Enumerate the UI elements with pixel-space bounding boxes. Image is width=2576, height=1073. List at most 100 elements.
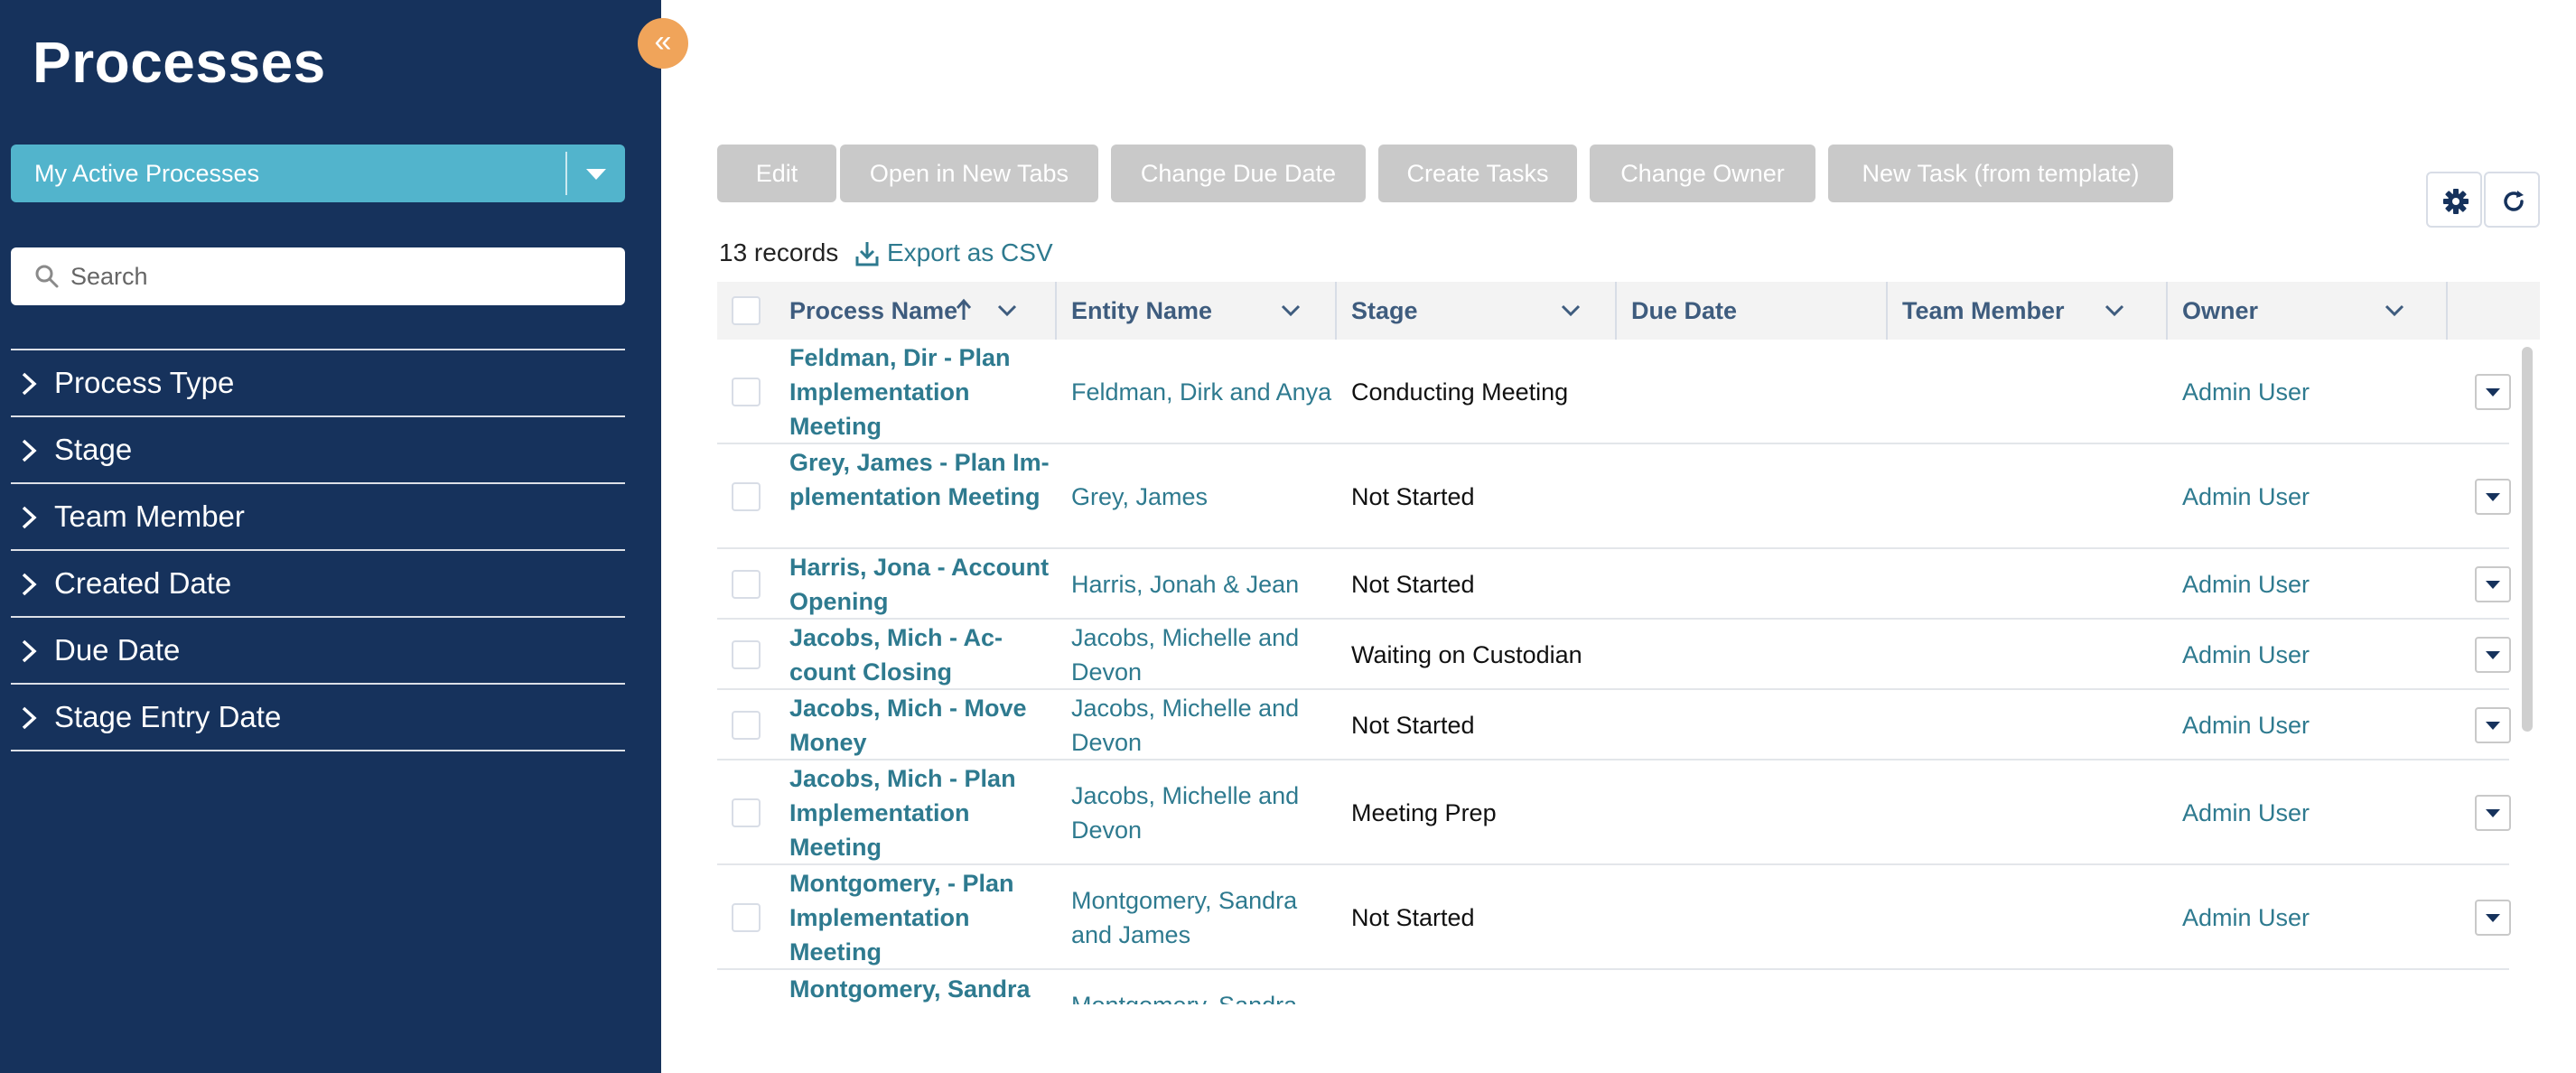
row-actions-menu[interactable]: [2475, 566, 2511, 602]
download-icon: [855, 242, 879, 266]
search-box: [11, 247, 625, 305]
row-actions-menu[interactable]: [2475, 707, 2511, 743]
filter-label: Stage Entry Date: [54, 700, 282, 733]
entity-name-link[interactable]: Jacobs, Michelle and Devon: [1071, 620, 1333, 689]
table-row[interactable]: Montgomery, Sandra Montgomery, Sandra: [717, 970, 2509, 1004]
table-row[interactable]: Jacobs, Mich - Ac-count Closing Jacobs, M…: [717, 620, 2511, 690]
column-label: Team Member: [1902, 297, 2065, 324]
filter-due-date[interactable]: Due Date: [11, 616, 625, 683]
row-checkbox[interactable]: [732, 711, 761, 740]
entity-name-link[interactable]: Grey, James: [1071, 480, 1333, 514]
row-checkbox[interactable]: [732, 903, 761, 932]
row-checkbox[interactable]: [732, 570, 761, 599]
table-header: Process Name Entity Name Stage Due Date: [717, 282, 2540, 340]
filter-label: Due Date: [54, 633, 181, 667]
chevron-right-icon: [22, 573, 37, 596]
row-checkbox[interactable]: [732, 482, 761, 511]
search-input[interactable]: [70, 247, 603, 305]
process-name-link[interactable]: Jacobs, Mich - Ac-count Closing: [789, 620, 1051, 689]
owner-link[interactable]: Admin User: [2182, 375, 2435, 409]
row-actions-menu[interactable]: [2475, 637, 2511, 673]
filter-process-type[interactable]: Process Type: [11, 349, 625, 415]
column-header-stage[interactable]: Stage: [1337, 282, 1617, 340]
stage-cell: Conducting Meeting: [1351, 378, 1569, 406]
column-label: Process Name: [789, 297, 958, 324]
filter-team-member[interactable]: Team Member: [11, 482, 625, 549]
record-count: 13 records: [719, 238, 839, 266]
filter-label: Created Date: [54, 566, 232, 600]
open-in-new-tabs-button[interactable]: Open in New Tabs: [840, 145, 1098, 202]
row-actions-menu[interactable]: [2475, 900, 2511, 936]
filter-stage-entry-date[interactable]: Stage Entry Date: [11, 683, 625, 750]
process-name-link[interactable]: Montgomery, Sandra: [789, 972, 1051, 1004]
row-actions-menu[interactable]: [2475, 374, 2511, 410]
row-actions-menu[interactable]: [2475, 479, 2511, 515]
process-name-link[interactable]: Grey, James - Plan Im-plementation Meeti…: [789, 445, 1051, 514]
entity-name-link[interactable]: Jacobs, Michelle and Devon: [1071, 691, 1333, 760]
owner-link[interactable]: Admin User: [2182, 638, 2435, 672]
gear-icon: [2443, 189, 2469, 214]
chevron-down-icon[interactable]: [1281, 303, 1301, 318]
row-checkbox[interactable]: [732, 640, 761, 669]
table-row[interactable]: Harris, Jona - Account Opening Harris, Jo…: [717, 549, 2511, 620]
create-tasks-button[interactable]: Create Tasks: [1378, 145, 1577, 202]
row-actions-menu[interactable]: [2475, 795, 2511, 831]
column-label: Owner: [2182, 297, 2259, 324]
chevron-down-icon[interactable]: [1561, 303, 1581, 318]
entity-name-link[interactable]: Feldman, Dirk and Anya: [1071, 375, 1333, 409]
owner-link[interactable]: Admin User: [2182, 567, 2435, 602]
owner-link[interactable]: Admin User: [2182, 796, 2435, 830]
chevron-down-icon[interactable]: [2385, 303, 2404, 318]
table-scrollbar[interactable]: [2522, 347, 2533, 732]
process-name-link[interactable]: Montgomery, - Plan Implementation Meetin…: [789, 866, 1051, 969]
filter-label: Process Type: [54, 366, 235, 399]
edit-button[interactable]: Edit: [717, 145, 836, 202]
select-all-checkbox[interactable]: [732, 296, 761, 325]
stage-cell: Not Started: [1351, 483, 1475, 510]
table-row[interactable]: Grey, James - Plan Im-plementation Meeti…: [717, 444, 2511, 549]
settings-button[interactable]: [2426, 172, 2482, 228]
table-row[interactable]: Jacobs, Mich - Plan Implementation Meeti…: [717, 760, 2511, 865]
row-checkbox[interactable]: [732, 378, 761, 406]
column-label: Due Date: [1631, 297, 1738, 324]
filter-created-date[interactable]: Created Date: [11, 549, 625, 616]
column-header-due-date[interactable]: Due Date: [1617, 282, 1886, 340]
process-name-link[interactable]: Harris, Jona - Account Opening: [789, 550, 1051, 619]
filter-list-bottom-border: [11, 750, 625, 751]
refresh-icon: [2504, 191, 2524, 211]
collapse-sidebar-button[interactable]: «: [638, 18, 688, 69]
entity-name-link[interactable]: Montgomery, Sandra: [1071, 988, 1333, 1004]
export-csv-label: Export as CSV: [887, 238, 1053, 266]
process-name-link[interactable]: Feldman, Dir - Plan Implementation Meeti…: [789, 341, 1051, 443]
new-task-from-template-button[interactable]: New Task (from template): [1828, 145, 2173, 202]
table-row[interactable]: Montgomery, - Plan Implementation Meetin…: [717, 865, 2511, 970]
chevron-right-icon: [22, 372, 37, 396]
table-row[interactable]: Jacobs, Mich - Move Money Jacobs, Michell…: [717, 690, 2511, 760]
process-name-link[interactable]: Jacobs, Mich - Plan Implementation Meeti…: [789, 761, 1051, 864]
chevron-down-icon[interactable]: [567, 145, 625, 202]
row-checkbox[interactable]: [732, 798, 761, 827]
process-name-link[interactable]: Jacobs, Mich - Move Money: [789, 691, 1051, 760]
owner-link[interactable]: Admin User: [2182, 708, 2435, 742]
column-divider: [2446, 282, 2448, 340]
stage-cell: Meeting Prep: [1351, 799, 1497, 826]
table-body: Feldman, Dir - Plan Implementation Meeti…: [717, 340, 2540, 1004]
owner-link[interactable]: Admin User: [2182, 480, 2435, 514]
change-due-date-button[interactable]: Change Due Date: [1111, 145, 1366, 202]
entity-name-link[interactable]: Montgomery, Sandra and James: [1071, 883, 1333, 952]
chevron-down-icon[interactable]: [2105, 303, 2124, 318]
entity-name-link[interactable]: Jacobs, Michelle and Devon: [1071, 779, 1333, 847]
column-header-process-name[interactable]: Process Name: [775, 282, 1055, 340]
column-header-entity-name[interactable]: Entity Name: [1057, 282, 1337, 340]
search-icon: [35, 265, 59, 288]
chevron-down-icon[interactable]: [997, 303, 1017, 318]
change-owner-button[interactable]: Change Owner: [1590, 145, 1815, 202]
column-header-team-member[interactable]: Team Member: [1888, 282, 2168, 340]
filter-stage[interactable]: Stage: [11, 415, 625, 482]
list-view-select[interactable]: My Active Processes: [11, 145, 625, 202]
table-row[interactable]: Feldman, Dir - Plan Implementation Meeti…: [717, 340, 2511, 444]
column-header-owner[interactable]: Owner: [2168, 282, 2448, 340]
refresh-button[interactable]: [2484, 172, 2540, 228]
owner-link[interactable]: Admin User: [2182, 900, 2435, 935]
entity-name-link[interactable]: Harris, Jonah & Jean: [1071, 567, 1333, 602]
